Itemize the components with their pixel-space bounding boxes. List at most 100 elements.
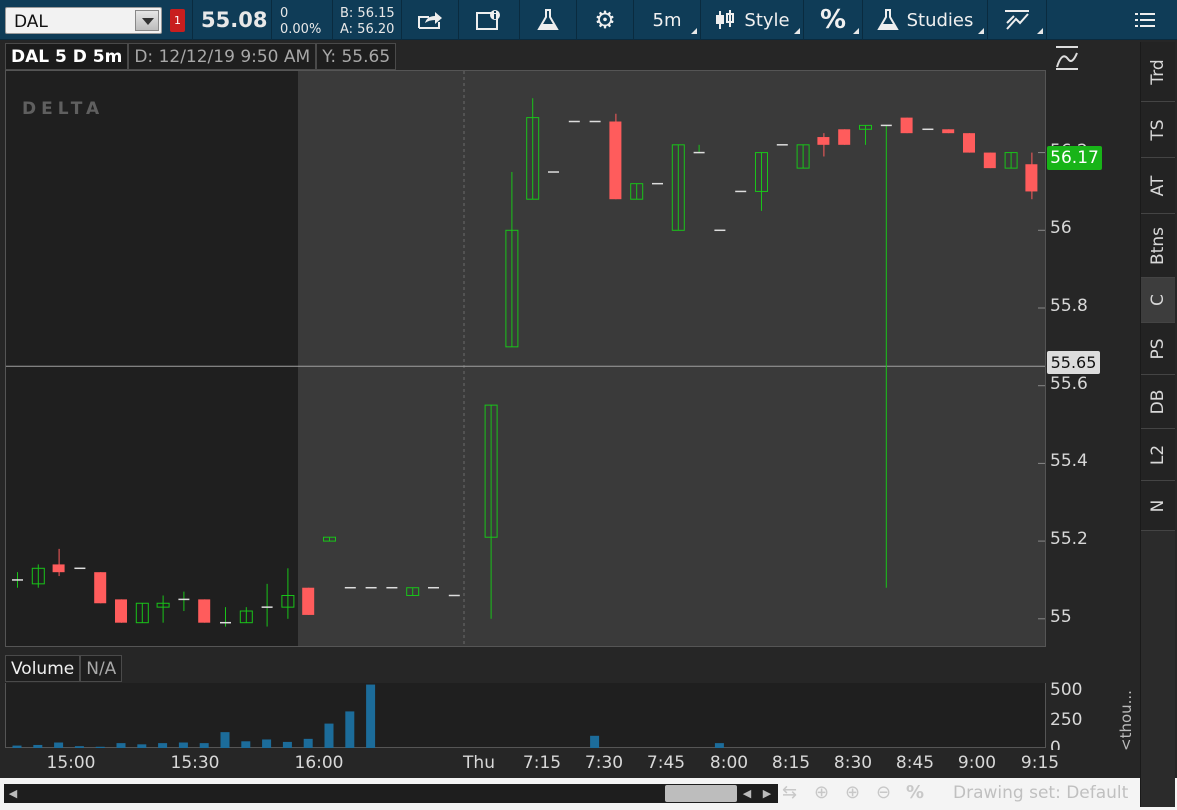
candle-body	[52, 564, 65, 573]
percent-label: %	[819, 5, 847, 35]
side-tab-c[interactable]: C	[1141, 278, 1175, 323]
volume-bar	[714, 743, 724, 748]
last-price: 55.08	[201, 8, 268, 32]
scroll-right-icon[interactable]: ▶	[757, 784, 777, 803]
candle	[302, 587, 315, 615]
candle	[94, 572, 107, 604]
time-axis-label: 8:15	[771, 753, 811, 773]
volume-bar	[199, 743, 209, 748]
side-tab-label: Trd	[1148, 58, 1168, 85]
time-axis-label: 15:00	[46, 753, 96, 773]
price-axis-label: 55	[1050, 606, 1072, 627]
symbol-selector[interactable]: DAL	[5, 7, 162, 34]
candle-body	[838, 129, 851, 145]
volume-pane[interactable]	[5, 683, 1046, 748]
zoom-out-icon[interactable]: ⊖	[876, 782, 891, 803]
volume-bar	[95, 746, 105, 748]
candle	[135, 602, 149, 624]
style-button[interactable]: Style	[701, 0, 803, 40]
price-axis-label: 55.8	[1050, 295, 1088, 316]
studies-label: Studies	[906, 9, 974, 31]
symbol-dropdown-button[interactable]	[135, 10, 159, 31]
side-tab-label: L2	[1148, 444, 1168, 465]
side-tab-l2[interactable]: L2	[1141, 429, 1175, 481]
drawing-tool-icon[interactable]	[1054, 45, 1080, 71]
side-tab-label: C	[1148, 294, 1168, 306]
scroll-thumb[interactable]	[665, 785, 737, 802]
candle	[178, 591, 190, 612]
side-tab-trd[interactable]: Trd	[1141, 42, 1175, 102]
horizontal-scrollbar[interactable]: ◀ ◀ ▶	[4, 784, 778, 803]
candle	[671, 144, 685, 231]
volume-bar	[366, 684, 376, 748]
candle-body	[609, 121, 622, 200]
share-icon	[418, 12, 442, 29]
info-button[interactable]	[459, 0, 519, 40]
side-tab-ps[interactable]: PS	[1141, 323, 1175, 375]
scroll-left-icon[interactable]: ◀	[737, 784, 757, 803]
candle	[900, 117, 913, 134]
candle	[1025, 152, 1038, 200]
crosshair-icon[interactable]: ⊕	[814, 782, 829, 803]
time-axis-label: 15:30	[170, 753, 220, 773]
candle-body	[198, 599, 211, 623]
side-tab-strip: Trd TS AT Btns C PS DB L2 N	[1140, 42, 1175, 807]
volume-bar	[220, 732, 230, 748]
studies-button[interactable]: Studies	[863, 0, 987, 40]
time-axis-label: 7:30	[584, 753, 624, 773]
side-tab-ts[interactable]: TS	[1141, 102, 1175, 158]
side-tab-at[interactable]: AT	[1141, 158, 1175, 214]
flask-button[interactable]	[520, 0, 576, 40]
time-axis-label: 16:00	[294, 753, 344, 773]
scroll-left-arrow-icon[interactable]: ◀	[4, 784, 22, 803]
side-tab-db[interactable]: DB	[1141, 375, 1175, 429]
candle	[261, 583, 273, 627]
volume-bar	[241, 741, 251, 748]
side-tab-label: DB	[1148, 389, 1168, 414]
candle	[115, 599, 127, 623]
price-pane[interactable]: DELTA	[5, 70, 1046, 647]
time-axis[interactable]: 15:00 15:30 16:00 Thu 7:15 7:30 7:45 8:00 8:15 8:…	[5, 750, 1060, 776]
side-tab-label: TS	[1148, 118, 1168, 141]
share-button[interactable]	[402, 0, 458, 40]
volume-axis-label: 500	[1050, 680, 1083, 700]
zoom-in-icon[interactable]: ⊕	[845, 782, 860, 803]
side-tab-label: PS	[1148, 337, 1168, 360]
settings-button[interactable]: ⚙	[577, 0, 633, 40]
last-price-tag: 56.17	[1047, 146, 1102, 170]
chart-title[interactable]: DAL 5 D 5m	[5, 43, 129, 70]
expand-arrows-icon[interactable]: ⇆	[782, 782, 797, 803]
volume-header: Volume N/A	[5, 655, 123, 683]
volume-title[interactable]: Volume	[5, 655, 81, 682]
candle	[198, 599, 211, 623]
drawings-button[interactable]	[988, 0, 1046, 40]
bottom-bar: ◀ ◀ ▶ ⇆ ⊕ ⊕ ⊖ % Drawing set: Default	[0, 778, 1177, 810]
aggregation-button[interactable]: 5m	[634, 0, 700, 40]
candle-body	[115, 599, 127, 623]
side-tab-n[interactable]: N	[1141, 481, 1175, 531]
candle-body	[1025, 164, 1038, 192]
percent-scale-icon[interactable]: %	[906, 782, 924, 803]
drawings-icon	[1005, 10, 1029, 30]
volume-bar	[178, 742, 188, 748]
price-axis-label: 55.2	[1050, 529, 1088, 550]
time-axis-label: 8:45	[895, 753, 935, 773]
candle-body	[900, 117, 913, 134]
cursor-date: D: 12/12/19 9:50 AM	[128, 43, 317, 70]
candle-body	[983, 152, 996, 169]
price-axis-label: 55.6	[1050, 373, 1088, 394]
percent-button[interactable]: %	[804, 0, 862, 40]
menu-button[interactable]	[1120, 0, 1170, 40]
style-label: Style	[744, 9, 790, 31]
candle-body	[302, 587, 315, 615]
volume-bar	[74, 746, 84, 748]
alert-badge[interactable]: 1	[170, 9, 185, 32]
cursor-y-value: Y: 55.65	[316, 43, 397, 70]
candle-body	[963, 133, 975, 153]
symbol-text: DAL	[14, 12, 48, 32]
volume-value: N/A	[80, 655, 123, 682]
volume-bar	[324, 723, 334, 748]
candle	[52, 548, 65, 577]
drawing-set-selector[interactable]: Drawing set: Default	[953, 783, 1128, 803]
side-tab-btns[interactable]: Btns	[1141, 214, 1175, 278]
